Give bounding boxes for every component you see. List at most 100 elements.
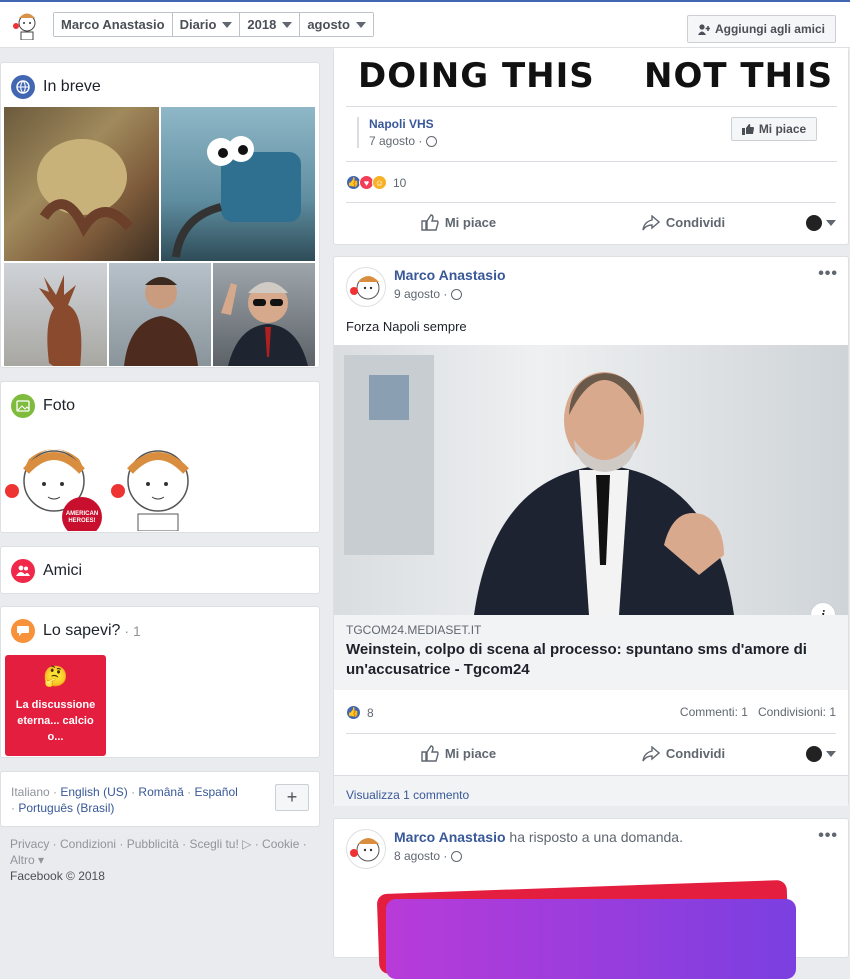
footer-terms[interactable]: Condizioni [60,837,116,851]
comments-section: Visualizza 1 commento [334,775,848,806]
photo-man-leather-jacket[interactable] [109,263,211,366]
share-icon [642,745,660,761]
profile-topbar: Marco Anastasio Diario 2018 agosto Aggiu… [0,0,850,48]
link-preview-image[interactable]: i [334,345,848,615]
photo-vacuum-cleaner[interactable] [161,107,315,261]
share-button[interactable]: Condividi [571,745,796,762]
post-header: Marco Anastasio ha risposto a una domand… [346,829,683,869]
view-comments-link[interactable]: Visualizza 1 commento [346,788,469,802]
caret-down-icon [826,219,836,226]
language-list: Italiano · English (US) · Română · Españ… [11,785,238,815]
thumbs-up-icon [421,214,439,231]
adchoices-icon: ▷ [238,837,252,851]
lang-portugues[interactable]: Português (Brasil) [18,801,114,815]
post-answered-question: Marco Anastasio ha risposto a una domand… [333,818,849,979]
crumb-diario[interactable]: Diario [172,13,241,36]
friends-header[interactable]: Amici [1,547,319,595]
inbreve-header: In breve [1,63,319,111]
lang-espanol[interactable]: Español [194,785,237,799]
page-name-link[interactable]: Napoli VHS [369,117,434,131]
crumb-year[interactable]: 2018 [240,13,301,36]
friends-card: Amici [0,546,320,594]
photo-thumb-avatar-1[interactable]: AMERICAN HEROES! [4,429,106,531]
share-icon [642,214,660,230]
reaction-summary[interactable]: 👍 8 [346,705,374,720]
post-header: Marco Anastasio 9 agosto · [346,267,506,307]
lo-sapevi-card: Lo sapevi? · 1 🤔 La discussione eterna..… [0,606,320,758]
speech-bubble-icon [11,619,35,643]
svg-text:AMERICAN: AMERICAN [66,511,98,517]
post-options-icon[interactable]: ••• [818,265,838,283]
lang-english[interactable]: English (US) [60,785,127,799]
add-friend-icon [697,23,710,35]
footer-copyright: Facebook © 2018 [10,869,105,883]
photos-header: Foto [1,382,319,430]
photos-card: Foto AMERICAN HEROES! [0,381,320,533]
reaction-summary[interactable]: 👍 ♥ ☺ 10 [346,175,406,190]
svg-text:HEROES!: HEROES! [68,518,95,524]
like-page-button[interactable]: Mi piace [731,117,817,141]
author-name-link[interactable]: Marco Anastasio [394,267,506,283]
post-actions: Mi piace Condividi [346,202,836,242]
link-title: Weinstein, colpo di scena al processo: s… [346,641,807,678]
lang-romana[interactable]: Română [138,785,183,799]
shares-count[interactable]: Condivisioni: 1 [758,705,836,719]
link-domain: TGCOM24.MEDIASET.IT [346,623,482,637]
post-napoli-vhs: DOING THIS NOT THIS Napoli VHS 7 agosto … [333,48,849,245]
user-avatar-icon [806,214,822,231]
add-friend-button[interactable]: Aggiungi agli amici [687,15,836,43]
shared-page-block: Napoli VHS 7 agosto · Mi piace [346,106,837,162]
profile-avatar-small[interactable] [10,8,42,40]
caret-down-icon [282,21,293,28]
crumb-profile-name[interactable]: Marco Anastasio [54,13,173,36]
lang-italiano: Italiano [11,785,50,799]
lo-sapevi-header: Lo sapevi? · 1 [1,607,319,655]
languages-card: Italiano · English (US) · Română · Españ… [0,771,320,827]
share-button[interactable]: Condividi [571,214,796,231]
author-name-link[interactable]: Marco Anastasio [394,829,506,845]
post-options-icon[interactable]: ••• [818,827,838,845]
haha-reaction-icon: ☺ [372,175,387,190]
photo-deer-sculpture[interactable] [4,263,107,366]
author-avatar[interactable] [346,829,386,869]
engagement-counts: Commenti: 1 Condivisioni: 1 [680,705,836,719]
photo-man-sunglasses[interactable] [213,263,315,366]
footer-adchoices[interactable]: Scegli tu! [189,837,238,851]
audience-selector[interactable] [796,214,836,231]
globe-icon [451,850,463,862]
breadcrumb: Marco Anastasio Diario 2018 agosto [53,12,374,37]
inbreve-card: In breve [0,62,320,368]
footer-cookie[interactable]: Cookie [262,837,299,851]
photo-octopus-chicken[interactable] [4,107,159,261]
thumbs-up-icon [421,745,439,762]
like-button[interactable]: Mi piace [346,745,571,762]
more-languages-button[interactable]: + [275,784,309,811]
thumbs-up-icon [741,123,754,135]
caret-down-icon [222,21,233,28]
post-date[interactable]: 8 agosto · [394,849,447,863]
post-date[interactable]: 9 agosto · [394,287,447,301]
post-actions: Mi piace Condividi [346,733,836,773]
lo-sapevi-question-card[interactable]: 🤔 La discussione eterna... calcio o... [5,655,106,756]
crumb-month[interactable]: agosto [300,13,373,36]
question-card[interactable] [386,899,796,979]
footer-ads[interactable]: Pubblicità [127,837,179,851]
photo-thumb-avatar-2[interactable] [108,429,210,531]
like-button[interactable]: Mi piace [346,214,571,231]
link-preview-text[interactable]: TGCOM24.MEDIASET.IT Weinstein, colpo di … [334,615,848,690]
photo-icon [11,394,35,418]
author-avatar[interactable] [346,267,386,307]
audience-selector[interactable] [796,745,836,762]
user-avatar-icon [806,745,822,762]
footer-more[interactable]: Altro [10,853,35,867]
footer-privacy[interactable]: Privacy [10,837,49,851]
globe-icon [451,288,463,300]
comments-count[interactable]: Commenti: 1 [680,705,748,719]
meme-image[interactable]: DOING THIS NOT THIS [334,48,848,106]
like-reaction-icon: 👍 [346,705,361,720]
globe-icon [426,135,438,147]
thinking-face-icon: 🤔 [43,666,68,688]
post-text: Forza Napoli sempre [346,319,467,334]
post-action-text: ha risposto a una domanda. [509,829,683,845]
caret-down-icon [826,750,836,757]
